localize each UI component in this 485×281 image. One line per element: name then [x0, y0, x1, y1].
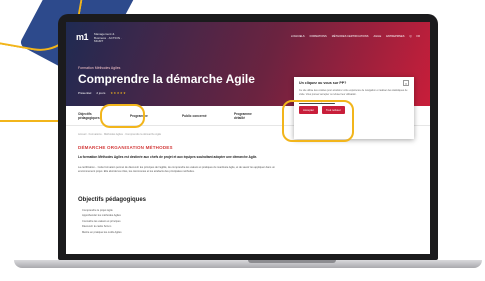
search-icon[interactable]: Q	[410, 35, 412, 38]
highlight-ring-tab	[100, 104, 145, 128]
nav-item-entreprises[interactable]: Entreprises	[386, 35, 404, 38]
lead-text: La formation Méthodes Agiles est destiné…	[78, 155, 258, 159]
objectives-list: Comprendre le projet Agile Appréhender l…	[82, 208, 122, 235]
laptop-bezel: m1 Management & Business · ACTION · MGMT…	[58, 14, 438, 260]
tab-programme-detaille[interactable]: Programme détaillé	[234, 112, 262, 120]
site-logo-subtitle: Management & Business · ACTION · MGMT	[94, 32, 122, 43]
list-item: Mettre en pratique les outils Agiles	[82, 230, 122, 234]
laptop-screen: m1 Management & Business · ACTION · MGMT…	[66, 22, 430, 254]
rating-stars: ★★★★★	[110, 91, 127, 95]
highlight-ring-popup	[282, 100, 354, 142]
language-selector[interactable]: FR	[417, 35, 420, 38]
body-paragraph: La certification... Cette formation perm…	[78, 166, 275, 173]
popup-text: Ce site utilise des cookies pour amélior…	[299, 89, 408, 96]
meta-duration: 2 jours	[96, 91, 106, 95]
breadcrumb[interactable]: Accueil · Formations · Méthodes Agiles ·…	[78, 133, 161, 136]
nav-item-logiciels[interactable]: Logiciels	[291, 35, 305, 38]
popup-title: Un cliquez ou vous sur PP?	[299, 81, 347, 85]
main-nav: Logiciels Formations Méthodes certificat…	[291, 35, 420, 38]
page-title: Comprendre la démarche Agile	[78, 72, 255, 86]
laptop-frame: m1 Management & Business · ACTION · MGMT…	[14, 14, 482, 268]
nav-item-certifications[interactable]: Méthodes certifications	[332, 35, 369, 38]
laptop-notch	[248, 260, 336, 263]
close-icon[interactable]: ×	[403, 80, 409, 86]
hero-meta: Présentiel 2 jours ★★★★★	[78, 91, 126, 95]
scene: m1 Management & Business · ACTION · MGMT…	[0, 0, 485, 281]
tab-public[interactable]: Public concerné	[182, 114, 210, 118]
nav-item-formations[interactable]: Formations	[310, 35, 327, 38]
site-logo[interactable]: m1	[76, 32, 89, 42]
hero-kicker: Formation Méthodes Agiles	[78, 66, 121, 70]
nav-item-agile[interactable]: Agile	[374, 35, 382, 38]
meta-format: Présentiel	[78, 91, 92, 95]
section-title: DÉMARCHE ORGANISATION MÉTHODES	[78, 145, 173, 150]
objectives-title: Objectifs pédagogiques	[78, 197, 147, 203]
